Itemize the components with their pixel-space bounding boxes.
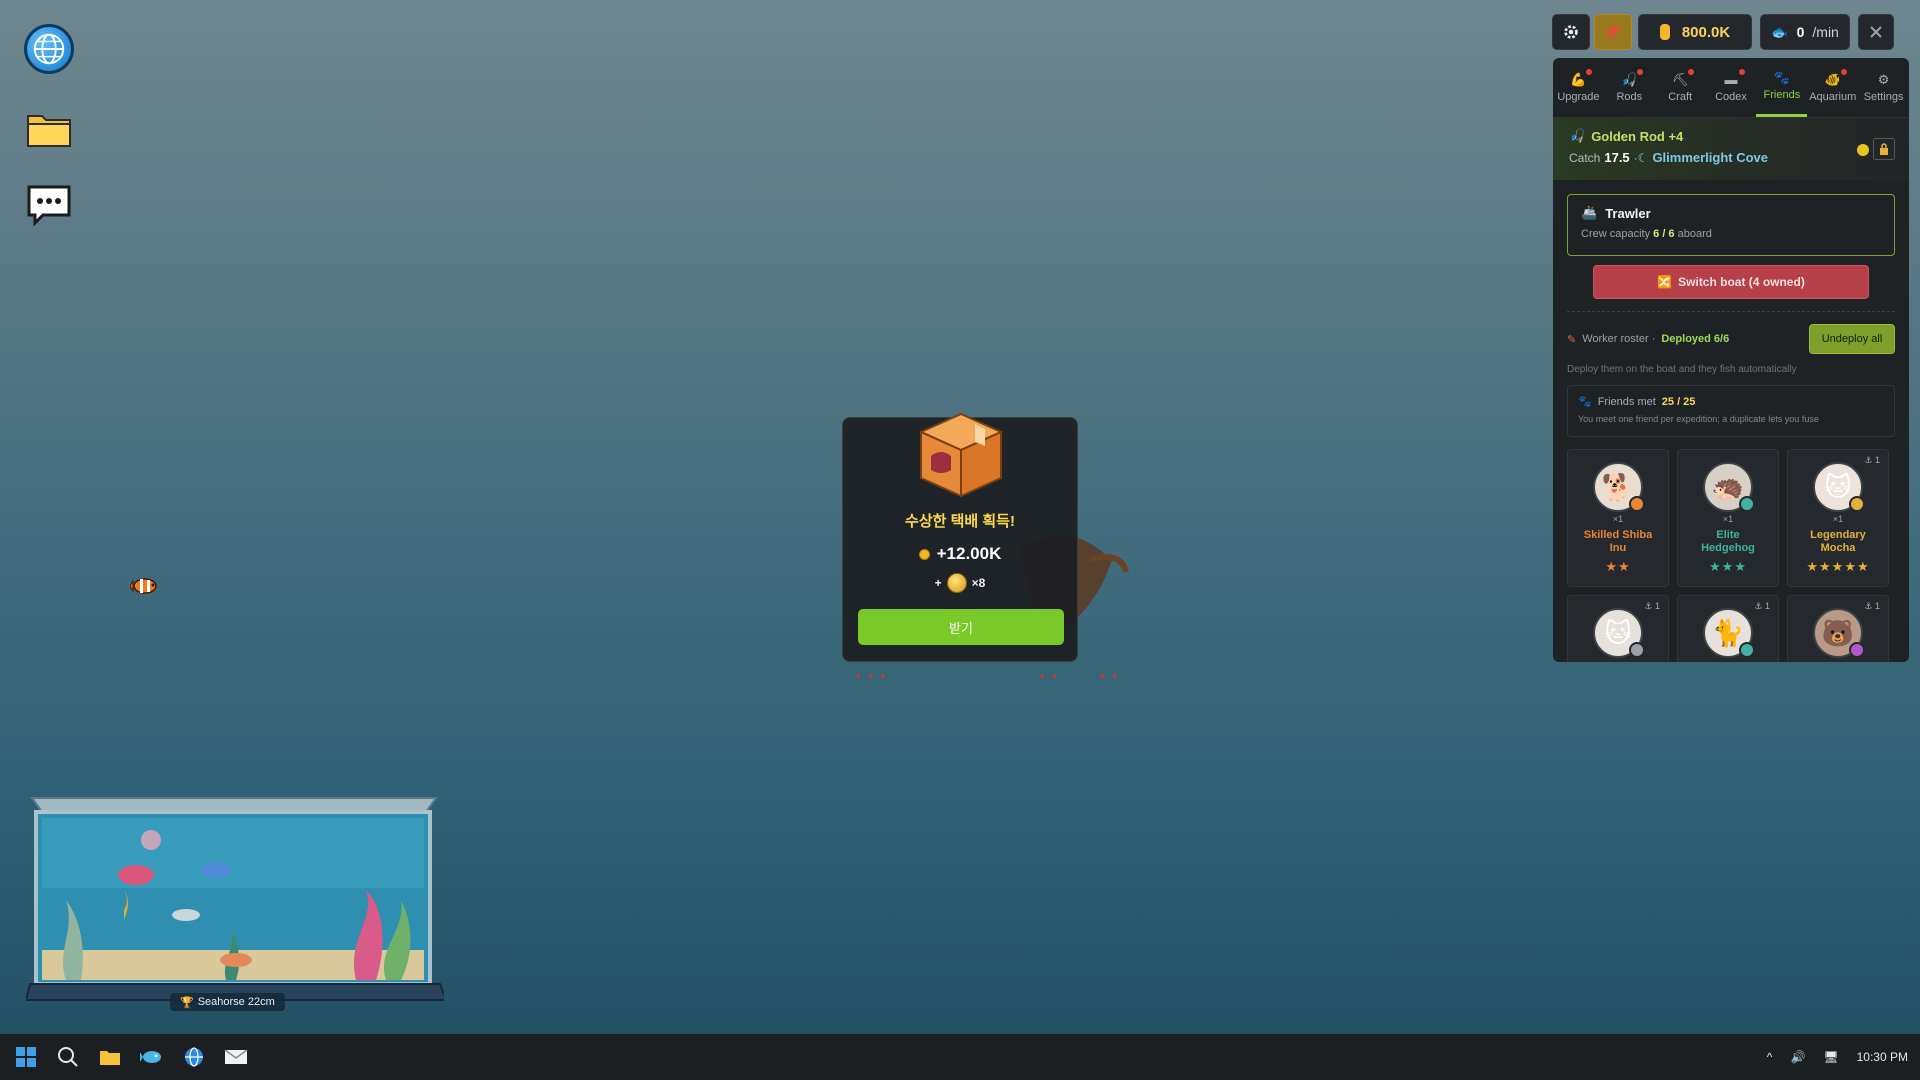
boat-card: 🚢 Trawler Crew capacity 6 / 6 aboard xyxy=(1567,194,1895,256)
globe-icon xyxy=(185,1047,203,1067)
friend-card-shiba[interactable]: 🐕 ×1 Skilled Shiba Inu ★★ xyxy=(1567,449,1669,587)
pin-button[interactable] xyxy=(1594,14,1632,50)
avatar: 🦔 xyxy=(1703,462,1755,512)
friend-card-hedgehog[interactable]: 🦔 ×1 Elite Hedgehog ★★★ xyxy=(1677,449,1779,587)
tab-settings[interactable]: ⚙ Settings xyxy=(1858,58,1909,117)
friend-card-6[interactable]: ⚓ 1 🐻 xyxy=(1787,595,1889,662)
folder-icon xyxy=(100,1051,120,1065)
avatar: 🐕 xyxy=(1593,462,1645,512)
clownfish-sprite xyxy=(129,576,160,596)
friend-card-mocha[interactable]: ⚓ 1 🐱 ×1 Legendary Mocha ★★★★★ xyxy=(1787,449,1889,587)
boat-icon: 🚢 xyxy=(1581,205,1598,220)
catch-rate: 🐟 0 /min xyxy=(1760,14,1850,50)
side-panel: 💪 Upgrade 🎣 Rods ⛏ Craft ▬ Codex 🐾 Friends 🐠 A… xyxy=(1553,58,1909,662)
roster-icon: ✎ xyxy=(1567,333,1577,346)
start-button[interactable] xyxy=(8,1039,44,1075)
popup-title: 수상한 택배 획득! xyxy=(905,513,1015,530)
search-button[interactable] xyxy=(50,1039,86,1075)
taskbar-folder[interactable] xyxy=(92,1039,128,1075)
codex-icon: ▬ xyxy=(1723,68,1745,87)
fish-icon xyxy=(140,1051,161,1063)
volume-icon[interactable]: 🔊 xyxy=(1790,1050,1805,1064)
worker-roster-row: ✎ Worker roster · Deployed 6/6 Undeploy … xyxy=(1567,324,1895,354)
tab-aquarium[interactable]: 🐠 Aquarium xyxy=(1807,58,1858,117)
craft-icon: ⛏ xyxy=(1672,68,1695,87)
friends-met-box: 🐾 Friends met 25 / 25 You meet one frien… xyxy=(1567,385,1895,437)
avatar: 🐻 xyxy=(1813,608,1865,658)
moon-icon: ·☾ xyxy=(1633,150,1649,165)
display-icon[interactable]: 🖥 xyxy=(1823,1050,1838,1064)
coin-icon xyxy=(918,548,930,560)
tab-craft[interactable]: ⛏ Craft xyxy=(1655,58,1706,117)
chat-icon[interactable] xyxy=(24,180,74,230)
clock[interactable]: 10:30 PM xyxy=(1857,1050,1908,1064)
globe-icon[interactable] xyxy=(24,24,74,74)
rods-icon: 🎣 xyxy=(1621,68,1644,87)
bonus-reward: + ×8 xyxy=(843,573,1077,593)
hook-marks-right: ✦✦ xyxy=(1098,672,1123,683)
taskbar-browser[interactable] xyxy=(176,1039,212,1075)
swap-icon: 🔀 xyxy=(1657,275,1673,289)
lock-button[interactable] xyxy=(1873,138,1895,160)
avatar: 🐱 xyxy=(1593,608,1645,658)
aquarium-record-label: 🏆 Seahorse 22cm xyxy=(170,993,285,1011)
close-icon xyxy=(1870,26,1882,38)
claim-button[interactable]: 받기 xyxy=(858,609,1064,645)
switch-boat-button[interactable]: 🔀 Switch boat (4 owned) xyxy=(1593,265,1869,299)
gold-counter: 800.0K xyxy=(1638,14,1752,50)
folder-icon[interactable] xyxy=(24,104,74,154)
hook-marks-left: ✦✦✦ xyxy=(854,672,892,683)
pin-icon xyxy=(1604,24,1621,40)
paw-icon: 🐾 xyxy=(1578,396,1592,408)
avatar: 🐱 xyxy=(1813,462,1865,512)
tab-codex[interactable]: ▬ Codex xyxy=(1706,58,1757,117)
tab-friends[interactable]: 🐾 Friends xyxy=(1756,58,1808,117)
gear-button[interactable] xyxy=(1552,14,1590,50)
friend-card-5[interactable]: ⚓ 1 🐈 xyxy=(1677,595,1779,662)
mail-icon xyxy=(224,1049,248,1064)
undeploy-all-button[interactable]: Undeploy all xyxy=(1809,324,1895,354)
upgrade-icon: 💪 xyxy=(1570,68,1593,87)
equipped-rod: 🎣 Golden Rod +4 Catch 17.5 ·☾ Glimmerligh… xyxy=(1553,118,1909,180)
tab-upgrade[interactable]: 💪 Upgrade xyxy=(1553,58,1604,117)
aquarium-tank[interactable] xyxy=(24,790,448,1014)
gold-bag-icon xyxy=(1659,24,1670,40)
tray-expand-button[interactable]: ^ xyxy=(1767,1050,1773,1064)
tab-rods[interactable]: 🎣 Rods xyxy=(1604,58,1655,117)
friend-card-4[interactable]: ⚓ 1 🐱 xyxy=(1567,595,1669,662)
taskbar-mail[interactable] xyxy=(218,1039,254,1075)
divider xyxy=(1567,311,1895,312)
taskbar: ^ 🔊 🖥 10:30 PM xyxy=(0,1034,1920,1080)
friend-grid: 🐕 ×1 Skilled Shiba Inu ★★ 🦔 ×1 Elite Hedge… xyxy=(1567,449,1895,662)
taskbar-fish-app[interactable] xyxy=(134,1039,170,1075)
settings-icon: ⚙ xyxy=(1877,71,1890,87)
medal-coin-icon xyxy=(946,573,967,593)
sun-icon xyxy=(1857,144,1869,156)
hook-marks-mid: ✦✦ xyxy=(1038,672,1063,683)
lock-icon xyxy=(1880,143,1888,155)
parcel-box-icon xyxy=(913,406,1009,502)
rod-icon: 🎣 xyxy=(1569,128,1586,143)
reward-popup: 수상한 택배 획득! +12.00K + ×8 받기 xyxy=(842,412,1078,662)
windows-icon xyxy=(16,1047,36,1067)
tab-bar: 💪 Upgrade 🎣 Rods ⛏ Craft ▬ Codex 🐾 Friends 🐠 A… xyxy=(1553,58,1909,118)
close-button[interactable] xyxy=(1858,14,1894,50)
friends-icon: 🐾 xyxy=(1773,70,1790,85)
avatar: 🐈 xyxy=(1703,608,1755,658)
search-icon xyxy=(58,1047,78,1067)
aquarium-icon: 🐠 xyxy=(1825,68,1847,87)
fish-icon: 🐟 xyxy=(1771,23,1789,40)
roster-hint: Deploy them on the boat and they fish au… xyxy=(1567,364,1797,375)
gear-icon xyxy=(1564,25,1578,39)
trophy-icon: 🏆 xyxy=(180,996,194,1009)
coin-reward: +12.00K xyxy=(843,544,1077,564)
